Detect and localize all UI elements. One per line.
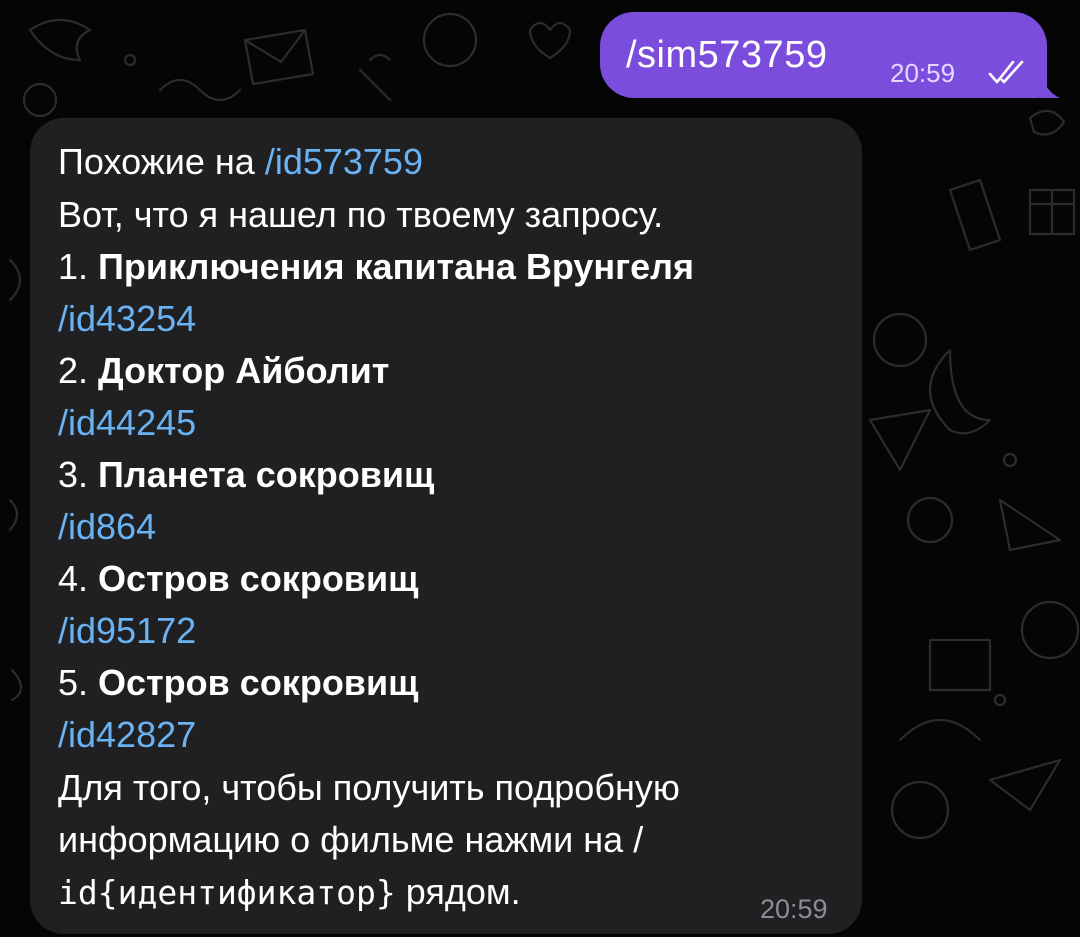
- doodle-dot-right-2: [993, 693, 1007, 707]
- movie-title: Доктор Айболит: [98, 350, 390, 391]
- message-line: Похожие на /id573759: [58, 142, 423, 182]
- double-check-icon: [988, 60, 1024, 84]
- doodle-ring: [906, 496, 954, 544]
- footer-text: информацию о фильме нажми на /: [58, 819, 644, 860]
- list-item: 5. Остров сокровищ: [58, 663, 418, 703]
- doodle-gift: [1028, 188, 1076, 236]
- doodle-burger: [1020, 600, 1080, 660]
- doodle-moon: [929, 348, 992, 435]
- item-number: 2.: [58, 350, 99, 391]
- movie-title: Остров сокровищ: [98, 558, 419, 599]
- outgoing-bubble-tail: [1040, 72, 1060, 98]
- doodle-arc: [898, 719, 982, 742]
- doodle-pizza: [868, 408, 932, 472]
- item-number: 3.: [58, 454, 99, 495]
- similar-prefix: Похожие на: [58, 141, 265, 182]
- movie-id-link[interactable]: /id43254: [58, 299, 196, 339]
- movie-title: Планета сокровищ: [98, 454, 435, 495]
- doodle-cookie: [872, 312, 928, 368]
- doodle-plane: [988, 758, 1062, 812]
- doodle-bird-right: [1028, 109, 1066, 136]
- outgoing-message-time: 20:59: [890, 58, 956, 88]
- doodle-dot: [123, 53, 137, 67]
- incoming-message-bubble[interactable]: Похожие на /id573759 Вот, что я нашел по…: [30, 118, 862, 934]
- doodle-circle: [22, 82, 58, 118]
- list-item: 3. Планета сокровищ: [58, 455, 434, 495]
- footer-line: id{идентификатор} рядом.: [58, 872, 521, 913]
- item-number: 1.: [58, 246, 99, 287]
- list-item: 1. Приключения капитана Врунгеля: [58, 247, 694, 287]
- outgoing-message-bubble[interactable]: /sim573759 20:59: [600, 12, 1047, 98]
- list-item: 2. Доктор Айболит: [58, 351, 389, 391]
- doodle-bottle: [948, 178, 1002, 252]
- outgoing-message-text: /sim573759: [626, 34, 828, 76]
- movie-id-link[interactable]: /id95172: [58, 611, 196, 651]
- doodle-heart: [528, 21, 572, 60]
- doodle-envelope: [243, 28, 315, 86]
- doodle-ball: [422, 12, 478, 68]
- doodle-carrot: [358, 53, 392, 102]
- doodle-toast: [928, 638, 992, 692]
- movie-id-link[interactable]: /id42827: [58, 715, 196, 755]
- movie-title: Приключения капитана Врунгеля: [98, 246, 695, 287]
- item-number: 5.: [58, 662, 99, 703]
- doodle-bird: [28, 19, 92, 62]
- doodle-carrot-right: [998, 498, 1062, 552]
- incoming-message-time: 20:59: [760, 894, 828, 924]
- list-item: 4. Остров сокровищ: [58, 559, 418, 599]
- doodle-wave: [158, 78, 242, 102]
- footer-tail: рядом.: [395, 871, 521, 912]
- item-number: 4.: [58, 558, 99, 599]
- doodle-face: [890, 780, 950, 840]
- movie-id-link[interactable]: /id864: [58, 507, 156, 547]
- similar-id-link[interactable]: /id573759: [265, 141, 423, 182]
- doodle-dot-right: [1002, 452, 1018, 468]
- inline-code: id{идентификатор}: [58, 873, 396, 912]
- movie-id-link[interactable]: /id44245: [58, 403, 196, 443]
- doodle-curl-left: [8, 258, 23, 702]
- footer-text: Для того, чтобы получить подробную: [58, 767, 680, 808]
- intro-text: Вот, что я нашел по твоему запросу.: [58, 194, 664, 235]
- movie-title: Остров сокровищ: [98, 662, 419, 703]
